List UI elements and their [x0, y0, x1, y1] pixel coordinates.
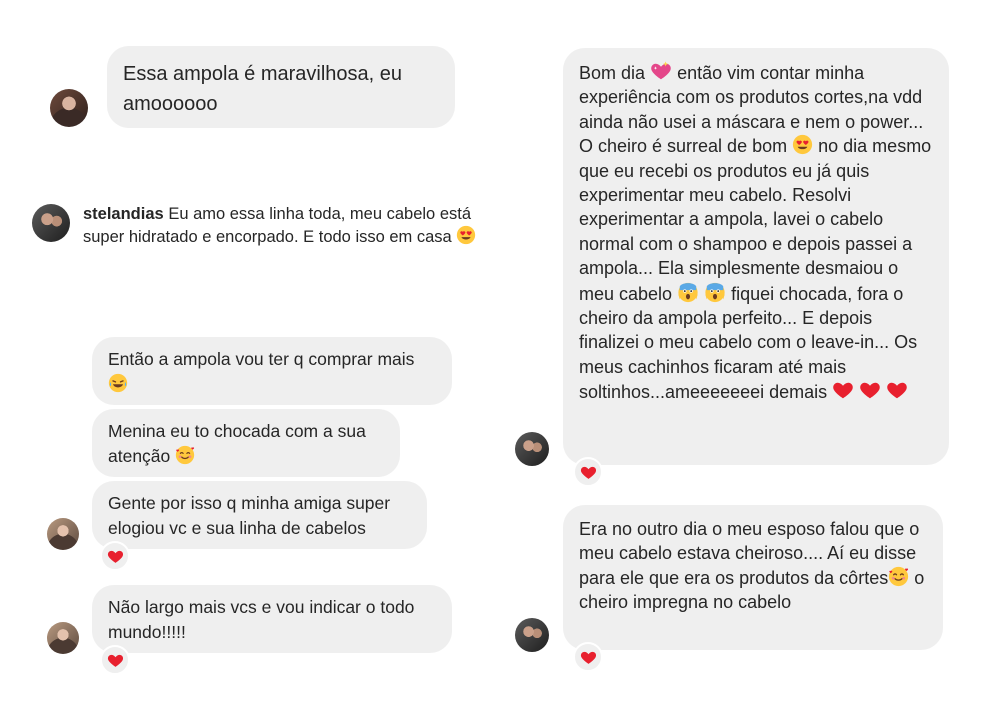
red-heart-icon [580, 649, 597, 666]
message-text: no dia mesmo que eu recebi os produtos e… [579, 136, 932, 304]
heart-reaction[interactable] [100, 645, 130, 675]
heart-reaction[interactable] [573, 642, 603, 672]
avatar [515, 432, 549, 466]
heart-reaction[interactable] [100, 541, 130, 571]
comment: stelandias Eu amo essa linha toda, meu c… [83, 204, 483, 248]
heart-eyes-emoji [456, 225, 476, 245]
heart-eyes-emoji [792, 134, 813, 155]
message-text: Essa ampola é maravilhosa, eu amoooooo [123, 63, 403, 115]
message-text: Então a ampola vou ter q comprar mais [108, 349, 415, 369]
sparkling-heart-emoji [650, 60, 672, 82]
red-heart-icon [107, 548, 124, 565]
message-text: Era no outro dia o meu esposo falou que … [579, 519, 920, 588]
red-heart-icon [107, 652, 124, 669]
message-text: Gente por isso q minha amiga super elogi… [108, 493, 391, 538]
comment-username[interactable]: stelandias [83, 205, 164, 223]
red-heart-icon [886, 379, 908, 401]
avatar [47, 518, 79, 550]
red-heart-icon [580, 464, 597, 481]
message-text: Não largo mais vcs e vou indicar o todo … [108, 597, 415, 642]
screaming-face-emoji [704, 281, 726, 303]
message-bubble: Essa ampola é maravilhosa, eu amoooooo [107, 46, 455, 128]
smiling-face-with-hearts-emoji [888, 566, 909, 587]
message-bubble: Era no outro dia o meu esposo falou que … [563, 505, 943, 650]
message-text: Bom dia [579, 63, 646, 83]
smiling-face-with-hearts-emoji [175, 445, 195, 465]
heart-reaction[interactable] [573, 457, 603, 487]
tears-of-joy-emoji [108, 373, 128, 393]
avatar [47, 622, 79, 654]
message-bubble: Gente por isso q minha amiga super elogi… [92, 481, 427, 549]
message-text: Menina eu to chocada com a sua atenção [108, 421, 366, 466]
message-bubble: Bom dia então vim contar minha experiênc… [563, 48, 949, 465]
avatar [515, 618, 549, 652]
avatar [50, 89, 88, 127]
message-bubble: Não largo mais vcs e vou indicar o todo … [92, 585, 452, 653]
red-heart-icon [832, 379, 854, 401]
message-bubble: Então a ampola vou ter q comprar mais [92, 337, 452, 405]
red-heart-icon [859, 379, 881, 401]
screaming-face-emoji [677, 281, 699, 303]
avatar [32, 204, 70, 242]
message-bubble: Menina eu to chocada com a sua atenção [92, 409, 400, 477]
